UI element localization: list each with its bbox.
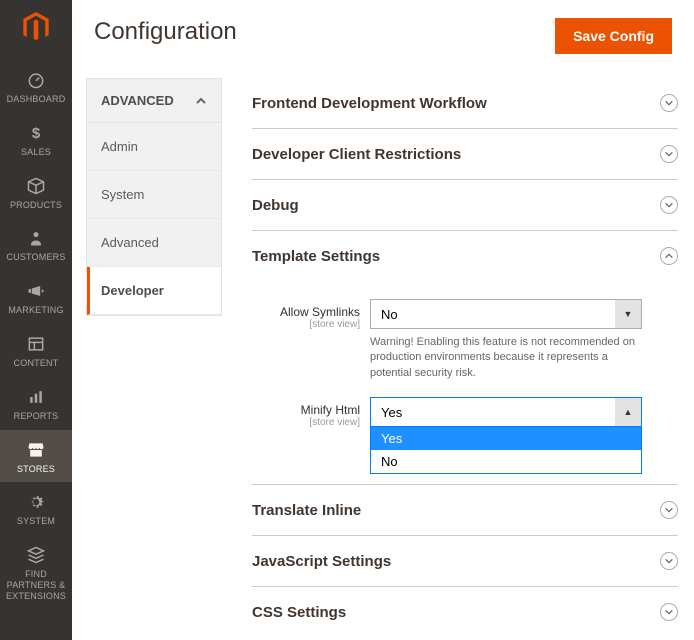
minify-html-select[interactable]: Yes ▲ <box>370 397 642 427</box>
sidebar-item-system[interactable]: System <box>87 171 221 219</box>
gauge-icon <box>26 70 46 90</box>
nav-label: SYSTEM <box>17 516 55 527</box>
nav-dashboard[interactable]: DASHBOARD <box>0 60 72 113</box>
dropdown-arrow-icon: ▲ <box>615 398 641 426</box>
nav-sales[interactable]: $ SALES <box>0 113 72 166</box>
sidebar-group-advanced[interactable]: ADVANCED <box>87 79 221 123</box>
section-title: Frontend Development Workflow <box>252 95 487 112</box>
store-icon <box>26 440 46 460</box>
megaphone-icon <box>26 281 46 301</box>
nav-label: FIND PARTNERS & EXTENSIONS <box>0 569 72 601</box>
option-no[interactable]: No <box>371 450 641 473</box>
svg-text:$: $ <box>32 125 41 142</box>
template-settings-body: Allow Symlinks [store view] No ▼ Warning… <box>252 281 678 485</box>
chevron-down-icon <box>660 145 678 163</box>
select-value: Yes <box>381 405 402 420</box>
chevron-up-icon <box>195 95 207 107</box>
field-warning: Warning! Enabling this feature is not re… <box>370 335 642 381</box>
person-icon <box>26 228 46 248</box>
layout-icon <box>26 334 46 354</box>
admin-nav: DASHBOARD $ SALES PRODUCTS CUSTOMERS MARK… <box>0 0 72 640</box>
chevron-down-icon <box>660 552 678 570</box>
section-title: Translate Inline <box>252 502 361 519</box>
nav-system[interactable]: SYSTEM <box>0 482 72 535</box>
nav-label: MARKETING <box>8 305 63 316</box>
section-template-settings[interactable]: Template Settings <box>252 231 678 281</box>
chevron-down-icon <box>660 501 678 519</box>
sidebar-item-advanced[interactable]: Advanced <box>87 219 221 267</box>
section-title: JavaScript Settings <box>252 553 391 570</box>
select-value: No <box>381 307 398 322</box>
dropdown-arrow-icon: ▼ <box>615 300 641 328</box>
bar-chart-icon <box>26 387 46 407</box>
field-label: Allow Symlinks <box>252 305 360 319</box>
chevron-down-icon <box>660 196 678 214</box>
nav-reports[interactable]: REPORTS <box>0 377 72 430</box>
page-title: Configuration <box>94 18 237 46</box>
sidebar-group-label: ADVANCED <box>101 93 174 108</box>
allow-symlinks-select[interactable]: No ▼ <box>370 299 642 329</box>
field-scope: [store view] <box>252 417 360 428</box>
nav-label: CONTENT <box>14 358 59 369</box>
nav-stores[interactable]: STORES <box>0 430 72 483</box>
nav-label: REPORTS <box>14 411 59 422</box>
section-title: Template Settings <box>252 248 380 265</box>
section-debug[interactable]: Debug <box>252 180 678 231</box>
nav-content[interactable]: CONTENT <box>0 324 72 377</box>
section-title: CSS Settings <box>252 604 346 621</box>
section-frontend-workflow[interactable]: Frontend Development Workflow <box>252 78 678 129</box>
minify-html-dropdown: Yes No <box>370 426 642 474</box>
sidebar-item-developer[interactable]: Developer <box>87 267 221 315</box>
section-client-restrictions[interactable]: Developer Client Restrictions <box>252 129 678 180</box>
section-css-settings[interactable]: CSS Settings <box>252 587 678 637</box>
option-yes[interactable]: Yes <box>371 427 641 450</box>
section-javascript-settings[interactable]: JavaScript Settings <box>252 536 678 587</box>
field-minify-html: Minify Html [store view] Yes ▲ Yes No <box>252 397 678 428</box>
chevron-up-icon <box>660 247 678 265</box>
nav-label: PRODUCTS <box>10 200 62 211</box>
config-sidebar: ADVANCED Admin System Advanced Developer <box>86 78 222 640</box>
magento-logo-icon <box>22 12 50 42</box>
section-translate-inline[interactable]: Translate Inline <box>252 485 678 536</box>
sidebar-item-admin[interactable]: Admin <box>87 123 221 171</box>
field-allow-symlinks: Allow Symlinks [store view] No ▼ Warning… <box>252 299 678 381</box>
dollar-icon: $ <box>26 123 46 143</box>
nav-products[interactable]: PRODUCTS <box>0 166 72 219</box>
field-label: Minify Html <box>252 403 360 417</box>
chevron-down-icon <box>660 603 678 621</box>
field-scope: [store view] <box>252 319 360 330</box>
nav-partners[interactable]: FIND PARTNERS & EXTENSIONS <box>0 535 72 609</box>
gear-icon <box>26 492 46 512</box>
nav-label: DASHBOARD <box>7 94 66 105</box>
nav-label: STORES <box>17 464 55 475</box>
puzzle-icon <box>26 545 46 565</box>
nav-label: SALES <box>21 147 51 158</box>
save-config-button[interactable]: Save Config <box>555 18 672 54</box>
nav-label: CUSTOMERS <box>6 252 65 263</box>
section-title: Debug <box>252 197 299 214</box>
config-panel: Frontend Development Workflow Developer … <box>222 78 694 640</box>
chevron-down-icon <box>660 94 678 112</box>
nav-customers[interactable]: CUSTOMERS <box>0 218 72 271</box>
nav-marketing[interactable]: MARKETING <box>0 271 72 324</box>
page-header: Configuration Save Config <box>72 0 694 66</box>
section-title: Developer Client Restrictions <box>252 146 461 163</box>
box-icon <box>26 176 46 196</box>
